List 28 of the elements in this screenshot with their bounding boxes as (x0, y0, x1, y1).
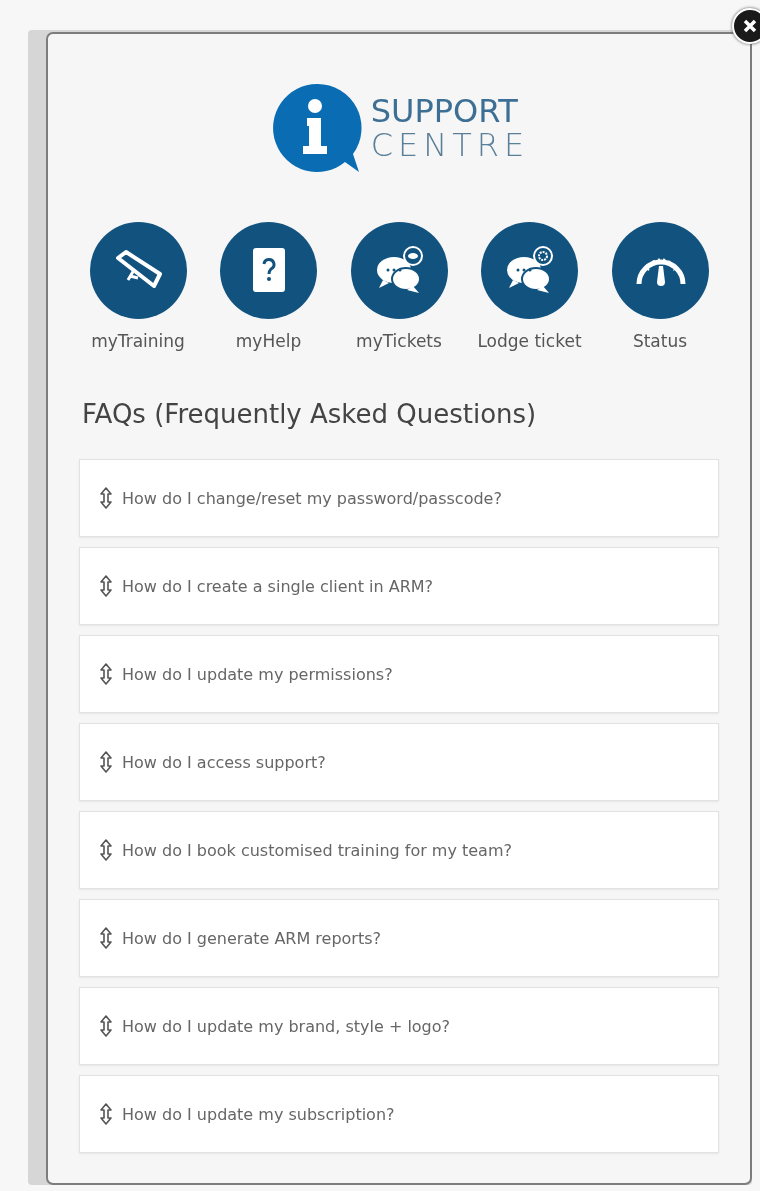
status-icon (611, 222, 709, 319)
faq-item[interactable]: How do I update my permissions? (79, 635, 719, 713)
close-icon (743, 19, 757, 33)
faq-item[interactable]: How do I generate ARM reports? (79, 899, 719, 977)
faq-item[interactable]: How do I create a single client in ARM? (79, 547, 719, 625)
shortcut-link[interactable]: myTraining (76, 222, 200, 351)
expand-arrows-icon (100, 663, 112, 685)
logo-subtitle: CENTRE (370, 129, 530, 161)
expand-arrows-icon (100, 575, 112, 597)
expand-arrows-icon (100, 839, 112, 861)
help-icon (220, 222, 317, 319)
faq-heading: FAQs (Frequently Asked Questions) (82, 399, 537, 429)
close-button[interactable] (732, 8, 760, 44)
expand-arrows-icon (100, 927, 112, 949)
faq-item[interactable]: How do I update my brand, style + logo? (79, 987, 719, 1065)
faq-item[interactable]: How do I change/reset my password/passcode? (79, 459, 719, 537)
logo-title: SUPPORT (370, 95, 519, 127)
shortcut-link[interactable]: Status (598, 222, 722, 351)
faq-item[interactable]: How do I access support? (79, 723, 719, 801)
faq-item[interactable]: How do I book customised training for my team? (79, 811, 719, 889)
shortcut-link[interactable]: myTickets (337, 222, 461, 351)
shortcut-link[interactable]: Lodge ticket (467, 222, 592, 351)
expand-arrows-icon (100, 487, 112, 509)
expand-arrows-icon (100, 1015, 112, 1037)
expand-arrows-icon (100, 751, 112, 773)
faq-item[interactable]: How do I update my subscription? (79, 1075, 719, 1153)
expand-arrows-icon (100, 1103, 112, 1125)
shortcut-link[interactable]: myHelp (206, 222, 331, 351)
